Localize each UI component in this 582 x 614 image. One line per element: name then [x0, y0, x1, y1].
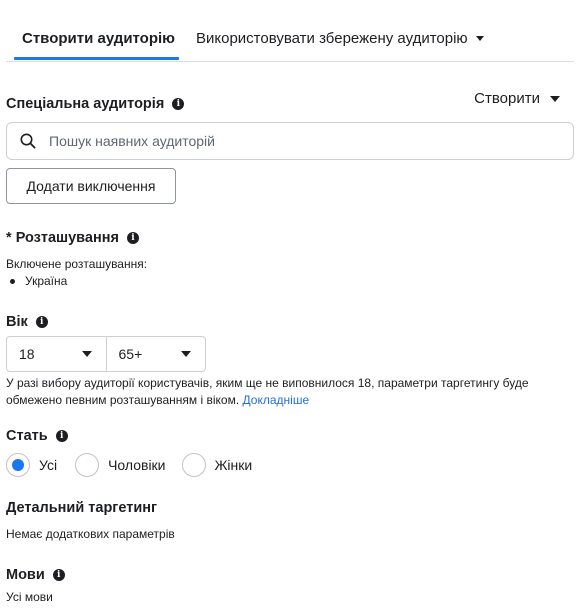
detailed-targeting-title: Детальний таргетинг	[6, 500, 158, 516]
age-notice: У разі вибору аудиторії користувачів, як…	[6, 375, 566, 409]
age-max-select[interactable]: 65+	[105, 337, 206, 371]
gender-option-label: Жінки	[214, 457, 253, 473]
info-icon[interactable]: i	[172, 98, 185, 110]
age-range-selector: 18 65+	[6, 336, 206, 372]
detailed-targeting-value: Немає додаткових параметрів	[6, 527, 175, 541]
location-title-wrap: * Розташування	[6, 230, 119, 246]
audience-search-input[interactable]	[47, 132, 527, 150]
gender-title: Стать	[6, 428, 48, 444]
caret-down-icon	[181, 351, 191, 357]
tab-saved-audience-label: Використовувати збережену аудиторію	[196, 30, 468, 47]
caret-down-icon	[475, 36, 484, 41]
radio-button[interactable]	[6, 453, 30, 477]
add-exclusions-button[interactable]: Додати виключення	[6, 168, 176, 204]
gender-option-label: Усі	[39, 457, 58, 473]
location-heading: * Розташування i	[6, 230, 139, 246]
radio-selected-dot	[12, 459, 24, 471]
info-icon[interactable]: i	[126, 232, 139, 244]
tab-saved-audience[interactable]: Використовувати збережену аудиторію	[196, 30, 484, 47]
required-mark: *	[6, 230, 12, 246]
tab-create-audience[interactable]: Створити аудиторію	[22, 30, 175, 47]
gender-radio-group: Усі Чоловіки Жінки	[6, 453, 252, 477]
radio-button[interactable]	[75, 453, 100, 477]
info-icon[interactable]: i	[35, 316, 48, 328]
audience-tabs: Створити аудиторію Використовувати збере…	[6, 0, 574, 62]
age-min-value: 18	[19, 346, 35, 362]
active-tab-indicator	[14, 57, 179, 60]
radio-button[interactable]	[181, 453, 206, 477]
age-max-value: 65+	[118, 346, 143, 362]
bullet	[10, 278, 15, 284]
age-heading: Вік i	[6, 314, 48, 330]
age-min-select[interactable]: 18	[7, 337, 106, 371]
location-list-item: Україна	[10, 274, 67, 288]
gender-option-label: Чоловіки	[108, 457, 166, 473]
languages-title: Мови	[6, 567, 45, 583]
create-label: Створити	[474, 90, 540, 107]
search-icon	[20, 133, 36, 149]
languages-value: Усі мови	[6, 590, 53, 604]
caret-down-icon	[81, 351, 92, 357]
audience-search[interactable]	[6, 122, 574, 160]
info-icon[interactable]: i	[55, 430, 68, 442]
location-item-label: Україна	[25, 274, 68, 288]
gender-option-women[interactable]: Жінки	[181, 453, 253, 477]
gender-option-all[interactable]: Усі	[6, 453, 57, 477]
create-audience-dropdown[interactable]: Створити	[474, 90, 560, 107]
custom-audience-heading: Спеціальна аудиторія i	[6, 96, 185, 112]
custom-audience-title: Спеціальна аудиторія	[6, 96, 165, 112]
gender-heading: Стать i	[6, 428, 68, 444]
languages-heading: Мови i	[6, 567, 65, 583]
caret-down-icon	[550, 95, 560, 102]
info-icon[interactable]: i	[52, 569, 65, 581]
age-title: Вік	[6, 314, 28, 330]
location-title: Розташування	[15, 230, 119, 246]
gender-option-men[interactable]: Чоловіки	[75, 453, 166, 477]
included-location-label: Включене розташування:	[6, 257, 148, 271]
learn-more-link[interactable]: Докладніше	[243, 393, 310, 407]
detailed-targeting-heading: Детальний таргетинг	[6, 500, 157, 516]
